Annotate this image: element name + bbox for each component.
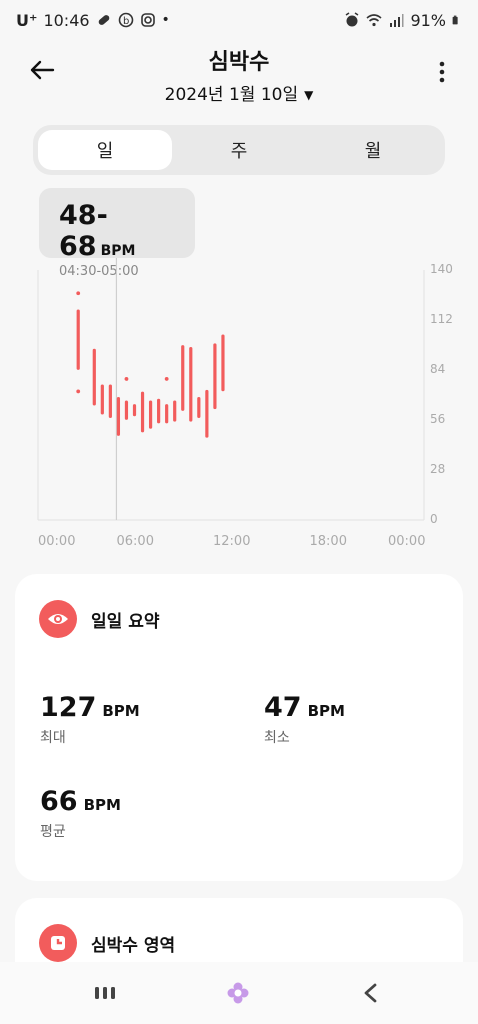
heart-rate-chart[interactable]: 140 112 84 56 28 0 00:00 06:00 12:00 18:00 00:00 <box>0 258 478 558</box>
hr-point <box>76 291 81 296</box>
y-tick-label: 56 <box>430 412 446 426</box>
battery-percent: 91% <box>410 10 446 30</box>
x-tick-label: 00:00 <box>388 534 426 549</box>
x-tick-label: 00:00 <box>38 534 76 549</box>
flower-icon <box>227 982 249 1004</box>
y-tick-label: 140 <box>430 262 453 276</box>
date-label: 2024년 1월 10일 <box>164 85 299 105</box>
tab-month[interactable]: 월 <box>306 130 440 170</box>
stat-min: 47 BPM 최소 <box>264 692 345 747</box>
app-header: 심박수 2024년 1월 10일 ▼ <box>0 40 478 114</box>
b-icon: b <box>118 12 133 28</box>
selected-range-tooltip: 48-68 BPM 04:30-05:00 <box>39 188 195 279</box>
avg-label: 평균 <box>40 824 66 840</box>
avg-unit: BPM <box>83 796 121 814</box>
recent-apps-button[interactable] <box>90 980 120 1006</box>
min-label: 최소 <box>264 730 290 746</box>
chart-canvas[interactable] <box>0 258 478 558</box>
home-button[interactable] <box>223 980 253 1006</box>
system-nav-bar <box>0 962 478 1024</box>
y-tick-label: 0 <box>430 512 438 526</box>
status-bar: U⁺ 10:46 b • 91% <box>0 0 478 40</box>
hr-point <box>124 377 129 381</box>
tab-week[interactable]: 주 <box>172 130 306 170</box>
summary-title: 일일 요약 <box>91 611 160 632</box>
min-value: 47 <box>264 692 302 723</box>
y-tick-label: 28 <box>430 462 446 476</box>
x-tick-label: 12:00 <box>213 534 251 549</box>
battery-icon <box>452 15 458 25</box>
x-tick-label: 18:00 <box>309 534 347 549</box>
hr-point <box>76 389 81 394</box>
max-label: 최대 <box>40 730 66 746</box>
max-unit: BPM <box>102 702 140 720</box>
zones-icon <box>39 924 77 962</box>
wifi-icon <box>366 14 382 27</box>
instagram-icon <box>140 13 155 27</box>
avg-value: 66 <box>40 786 78 817</box>
zones-title: 심박수 영역 <box>91 935 176 956</box>
eye-icon <box>39 600 77 638</box>
period-tabs: 일 주 월 <box>33 125 445 175</box>
pill-icon <box>98 15 109 25</box>
y-tick-label: 112 <box>430 312 453 326</box>
tab-day[interactable]: 일 <box>38 130 172 170</box>
back-nav-button[interactable] <box>356 980 386 1006</box>
signal-icon <box>390 14 404 27</box>
date-selector[interactable]: 2024년 1월 10일 ▼ <box>0 80 478 105</box>
page-title: 심박수 <box>208 50 270 75</box>
hr-point <box>164 377 169 381</box>
x-tick-label: 06:00 <box>116 534 154 549</box>
more-options-icon[interactable] <box>432 58 452 86</box>
min-unit: BPM <box>307 702 345 720</box>
svg-text:b: b <box>123 16 129 27</box>
stat-max: 127 BPM 최대 <box>40 692 140 747</box>
alarm-icon <box>346 12 359 27</box>
y-tick-label: 84 <box>430 362 446 376</box>
chevron-left-icon <box>364 983 377 1003</box>
daily-summary-card[interactable]: 일일 요약 127 BPM 최대 47 BPM 최소 66 BPM 평균 <box>15 574 463 881</box>
tooltip-unit: BPM <box>100 243 136 259</box>
max-value: 127 <box>40 692 97 723</box>
recent-apps-icon <box>95 987 115 999</box>
carrier-label: U⁺ <box>16 10 38 30</box>
notification-dot: • <box>161 12 170 28</box>
clock: 10:46 <box>43 10 90 30</box>
caret-down-icon: ▼ <box>304 88 314 102</box>
stat-average: 66 BPM 평균 <box>40 786 121 841</box>
